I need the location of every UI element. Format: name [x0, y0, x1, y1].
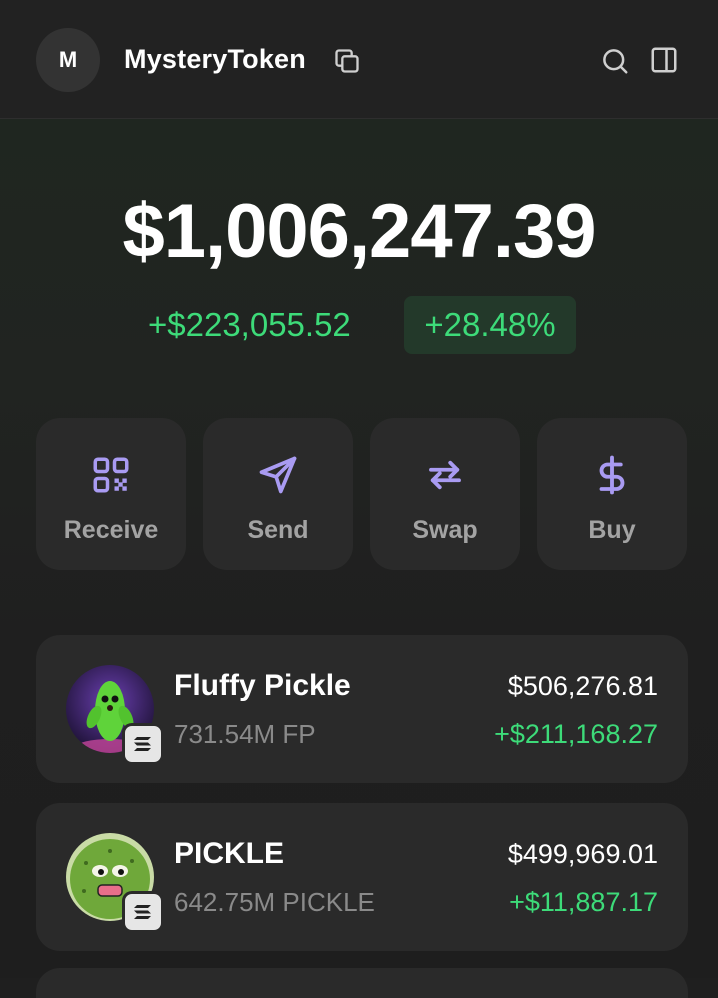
token-row[interactable]: PICKLE 642.75M PICKLE $499,969.01 +$11,8… — [36, 803, 688, 951]
receive-button[interactable]: Receive — [36, 418, 186, 570]
swap-icon — [422, 452, 468, 498]
account-name[interactable]: MysteryToken — [124, 44, 306, 75]
qr-code-icon — [88, 452, 134, 498]
buy-label: Buy — [588, 516, 636, 544]
receive-label: Receive — [63, 516, 159, 544]
action-bar: Receive Send Swap Buy — [36, 418, 688, 570]
token-name: PICKLE — [174, 837, 285, 870]
token-row[interactable]: Fluffy Pickle 731.54M FP $506,276.81 +$2… — [36, 635, 688, 783]
swap-button[interactable]: Swap — [370, 418, 520, 570]
solana-icon — [122, 891, 164, 933]
change-value: +$223,055.52 — [148, 306, 351, 343]
buy-button[interactable]: Buy — [537, 418, 687, 570]
sidebar-toggle-icon[interactable] — [648, 44, 680, 76]
token-pnl: +$11,887.17 — [509, 887, 658, 917]
account-avatar[interactable]: M — [36, 28, 100, 92]
swap-label: Swap — [412, 516, 478, 544]
total-balance: $1,006,247.39 — [122, 189, 596, 274]
token-row-partial[interactable] — [36, 968, 688, 998]
dollar-icon — [589, 452, 635, 498]
token-amount: 642.75M PICKLE — [174, 887, 375, 917]
copy-icon[interactable] — [332, 46, 362, 76]
search-icon[interactable] — [598, 44, 632, 78]
change-percent-badge: +28.48% — [404, 296, 576, 354]
token-amount: 731.54M FP — [174, 719, 316, 749]
send-icon — [255, 452, 301, 498]
token-name: Fluffy Pickle — [174, 669, 351, 702]
send-button[interactable]: Send — [203, 418, 353, 570]
token-pnl: +$211,168.27 — [494, 719, 658, 749]
header: M MysteryToken — [0, 0, 718, 119]
solana-icon — [122, 723, 164, 765]
token-value: $506,276.81 — [507, 671, 658, 701]
send-label: Send — [247, 516, 309, 544]
token-value: $499,969.01 — [507, 839, 658, 869]
balance-change: +$223,055.52 +28.48% — [0, 296, 718, 354]
